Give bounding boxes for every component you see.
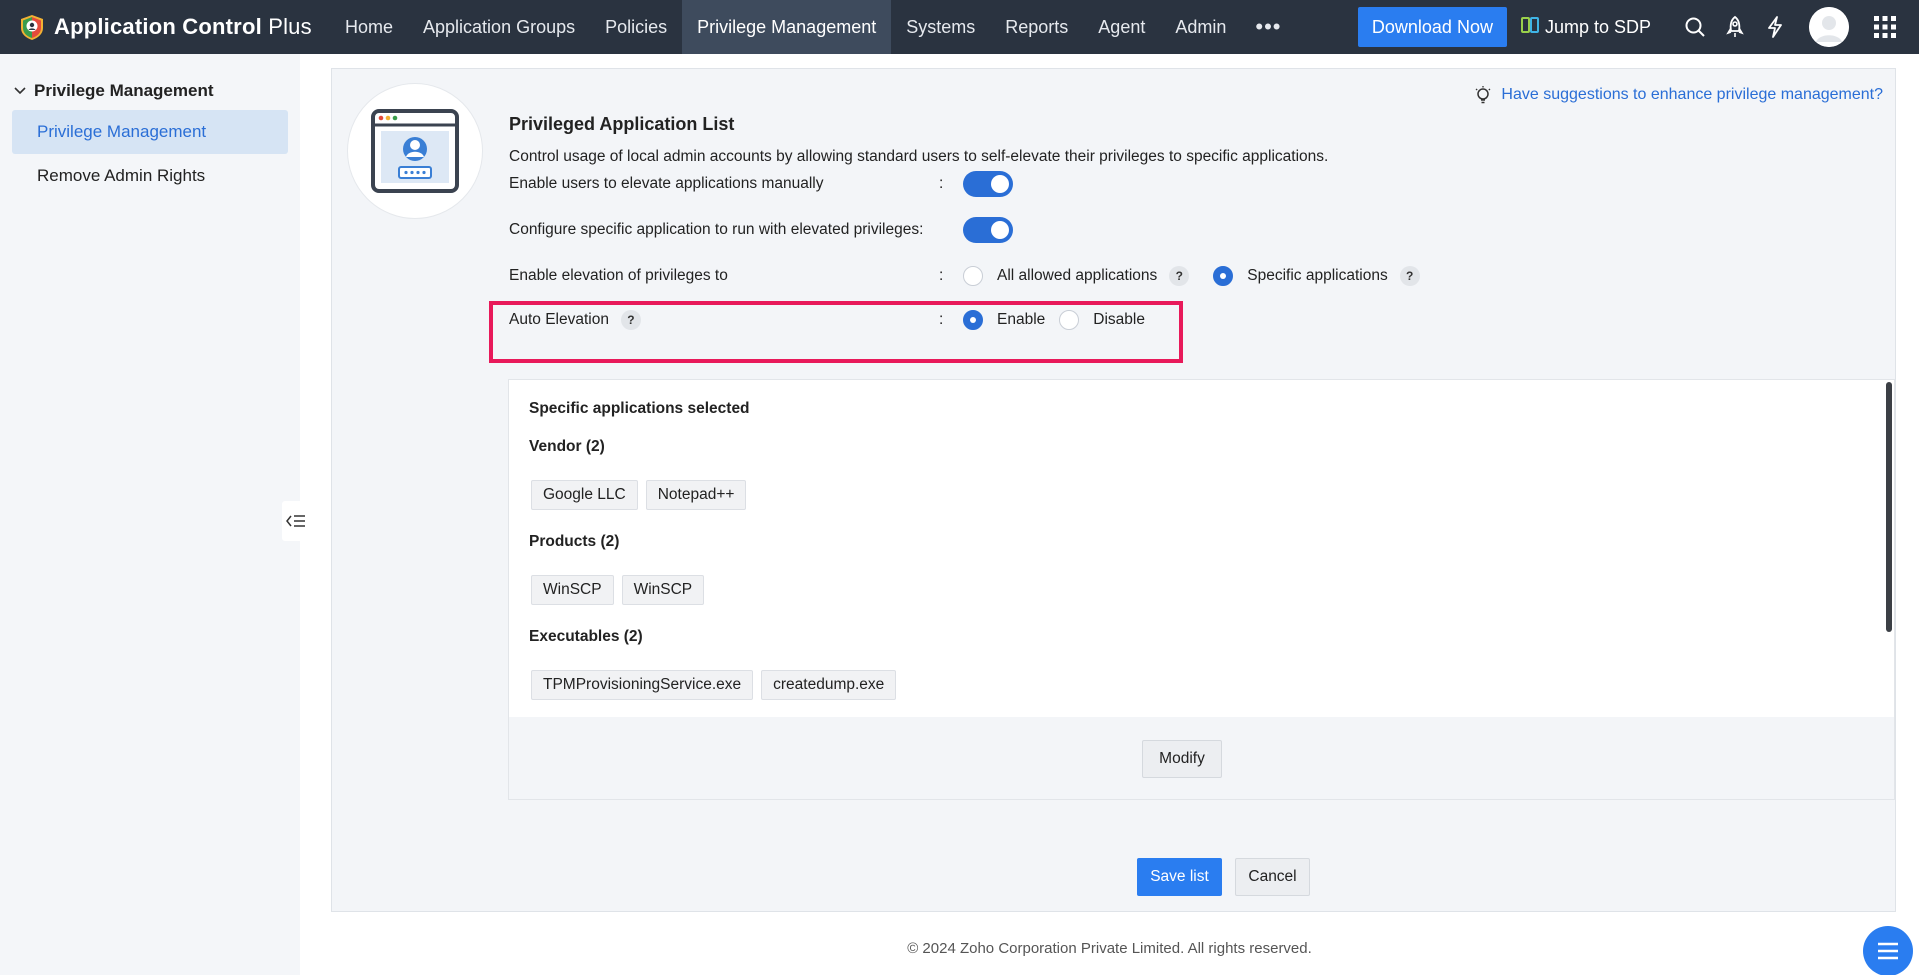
radio-specific[interactable] <box>1213 266 1234 286</box>
sidebar: Privilege Management Privilege Managemen… <box>0 54 300 975</box>
setting-manual-label: Enable users to elevate applications man… <box>509 175 824 192</box>
nav-application-groups[interactable]: Application Groups <box>408 0 590 54</box>
selected-applications-heading: Specific applications selected <box>529 400 750 417</box>
executable-chips: TPMProvisioningService.exe createdump.ex… <box>531 670 904 700</box>
vendor-chip: Notepad++ <box>645 480 747 510</box>
apps-grid-icon[interactable] <box>1865 7 1905 47</box>
executable-chip: createdump.exe <box>761 670 897 700</box>
products-title: Products (2) <box>529 533 620 550</box>
product-chips: WinSCP WinSCP <box>531 575 712 605</box>
download-now-button[interactable]: Download Now <box>1357 7 1507 47</box>
nav-home[interactable]: Home <box>330 0 408 54</box>
setting-manual-elevation: Enable users to elevate applications man… <box>509 169 1013 199</box>
nav-reports[interactable]: Reports <box>990 0 1083 54</box>
privilege-panel: Have suggestions to enhance privilege ma… <box>331 68 1896 912</box>
rocket-icon[interactable] <box>1715 7 1755 47</box>
setting-configure-elevated: Configure specific application to run wi… <box>509 215 1013 245</box>
product-chip: WinSCP <box>531 575 614 605</box>
nav-policies[interactable]: Policies <box>590 0 682 54</box>
vendor-chips: Google LLC Notepad++ <box>531 480 754 510</box>
selected-applications-list: Specific applications selected Vendor (2… <box>509 380 1894 717</box>
product-chip: WinSCP <box>621 575 705 605</box>
setting-elevation-scope: Enable elevation of privileges to : All … <box>509 261 1444 291</box>
copyright-footer: © 2024 Zoho Corporation Private Limited.… <box>907 940 1312 957</box>
chevron-down-icon <box>14 87 26 95</box>
collapse-sidebar-icon[interactable] <box>282 501 310 541</box>
search-icon[interactable] <box>1675 7 1715 47</box>
page-title: Privileged Application List <box>509 114 735 134</box>
sidebar-item-remove-admin-rights[interactable]: Remove Admin Rights <box>12 154 288 198</box>
option-all-allowed-label: All allowed applications <box>997 267 1158 284</box>
vendor-chip: Google LLC <box>531 480 638 510</box>
executable-chip: TPMProvisioningService.exe <box>531 670 754 700</box>
privileged-app-illustration <box>347 83 483 219</box>
sidebar-item-privilege-management[interactable]: Privilege Management <box>12 110 288 154</box>
executables-title: Executables (2) <box>529 628 643 645</box>
help-icon[interactable]: ? <box>1399 266 1420 286</box>
setting-configure-label: Configure specific application to run wi… <box>509 221 924 238</box>
brand[interactable]: Application Control Plus <box>0 0 330 54</box>
cancel-button[interactable]: Cancel <box>1235 858 1310 896</box>
page-description: Control usage of local admin accounts by… <box>509 148 1329 165</box>
radio-all-allowed[interactable] <box>963 266 983 286</box>
nav-agent[interactable]: Agent <box>1083 0 1160 54</box>
option-specific-applications[interactable]: Specific applications ? <box>1213 266 1420 286</box>
setting-colon: : <box>939 267 944 284</box>
nav-systems[interactable]: Systems <box>891 0 990 54</box>
save-list-button[interactable]: Save list <box>1137 858 1222 896</box>
sidebar-group-label: Privilege Management <box>34 81 214 100</box>
lightning-icon[interactable] <box>1755 7 1795 47</box>
nav-more-button[interactable]: ••• <box>1241 0 1295 54</box>
top-navbar: Application Control Plus Home Applicatio… <box>0 0 1919 54</box>
jump-to-sdp-label: Jump to SDP <box>1544 16 1651 37</box>
nav-privilege-management[interactable]: Privilege Management <box>682 0 892 54</box>
scrollbar[interactable] <box>1886 382 1892 632</box>
sdp-icon <box>1520 16 1545 39</box>
vendor-title: Vendor (2) <box>529 438 605 455</box>
main-nav: Home Application Groups Policies Privile… <box>330 0 1295 54</box>
menu-icon[interactable] <box>1863 926 1913 975</box>
app-title: Application Control Plus <box>54 14 312 39</box>
selected-applications-box: Specific applications selected Vendor (2… <box>508 379 1895 800</box>
help-icon[interactable]: ? <box>1169 266 1190 286</box>
nav-admin[interactable]: Admin <box>1160 0 1241 54</box>
nav-right-tools: Download Now Jump to SDP <box>1357 0 1919 54</box>
avatar-icon[interactable] <box>1809 7 1849 47</box>
app-logo-icon <box>18 13 46 41</box>
selected-applications-footer: Modify <box>509 717 1894 799</box>
lightbulb-icon <box>1476 86 1491 104</box>
setting-colon: : <box>939 175 944 192</box>
suggestion-link[interactable]: Have suggestions to enhance privilege ma… <box>1473 85 1883 105</box>
suggestion-link-text: Have suggestions to enhance privilege ma… <box>1501 86 1883 103</box>
main-content: Have suggestions to enhance privilege ma… <box>282 54 1919 975</box>
modify-button[interactable]: Modify <box>1142 740 1222 778</box>
option-all-allowed-applications[interactable]: All allowed applications ? <box>963 266 1190 286</box>
sidebar-group-privilege-management[interactable]: Privilege Management <box>0 72 300 110</box>
setting-elevation-label: Enable elevation of privileges to <box>509 267 728 284</box>
configure-elevated-toggle[interactable] <box>963 217 1013 243</box>
jump-to-sdp-link[interactable]: Jump to SDP <box>1520 16 1651 39</box>
manual-elevation-toggle[interactable] <box>963 171 1013 197</box>
auto-elevation-highlight <box>489 301 1183 363</box>
option-specific-label: Specific applications <box>1247 267 1388 284</box>
